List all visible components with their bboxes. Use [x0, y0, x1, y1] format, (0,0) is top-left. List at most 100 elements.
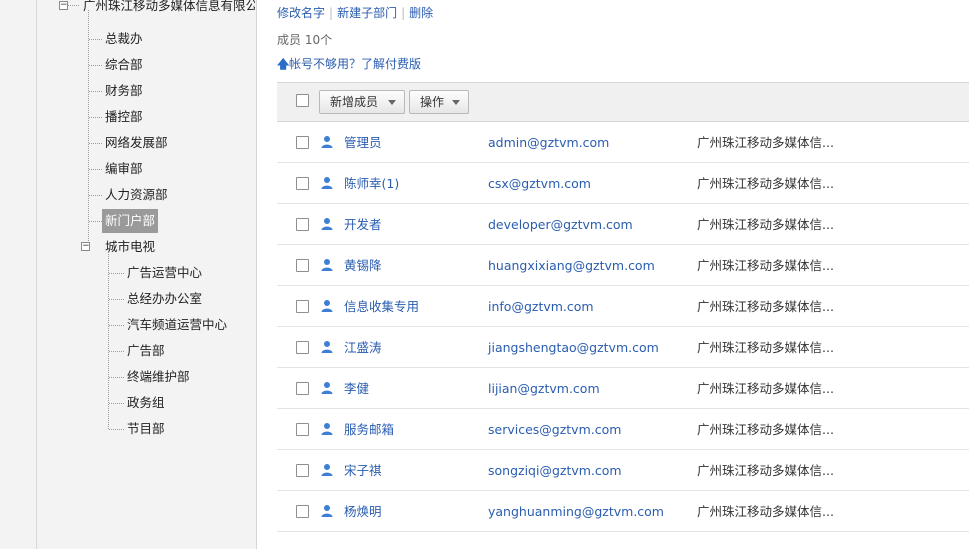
chevron-down-icon: [452, 100, 460, 105]
tree-node-dept[interactable]: 总裁办: [102, 27, 146, 51]
member-department: 广州珠江移动多媒体信...: [697, 299, 834, 314]
rename-link[interactable]: 修改名字: [277, 6, 325, 20]
member-name[interactable]: 江盛涛: [344, 327, 382, 368]
arrow-up-icon: 🡅: [277, 57, 290, 71]
member-email: csx@gztvm.com: [488, 176, 591, 191]
member-checkbox[interactable]: [296, 382, 309, 395]
upgrade-link-text: 帐号不够用？了解付费版: [289, 57, 422, 71]
member-department: 广州珠江移动多媒体信...: [697, 463, 834, 478]
department-tree-panel: − 广州珠江移动多媒体信息有限公司 总裁办 综合部 财务部 播控部 网络发展部 …: [0, 0, 257, 549]
member-checkbox[interactable]: [296, 505, 309, 518]
member-department: 广州珠江移动多媒体信...: [697, 217, 834, 232]
member-name[interactable]: 黄锡降: [344, 245, 382, 286]
tree-root-company[interactable]: 广州珠江移动多媒体信息有限公司: [83, 0, 255, 18]
member-name[interactable]: 宋子祺: [344, 450, 382, 491]
member-name[interactable]: 开发者: [344, 204, 382, 245]
user-icon: [321, 177, 333, 189]
member-toolbar: 新增成员 操作: [277, 82, 969, 122]
tree-node-subdept[interactable]: 终端维护部: [124, 365, 193, 389]
upgrade-link[interactable]: 🡅帐号不够用？了解付费版: [277, 55, 421, 76]
tree-node-dept[interactable]: 财务部: [102, 79, 146, 103]
department-actions: 修改名字 | 新建子部门 | 删除: [277, 4, 433, 21]
member-email: developer@gztvm.com: [488, 217, 633, 232]
member-row: 信息收集专用 info@gztvm.com 广州珠江移动多媒体信...: [277, 286, 969, 327]
tree-node-subdept[interactable]: 总经办办公室: [124, 287, 205, 311]
user-icon: [321, 218, 333, 230]
member-checkbox[interactable]: [296, 177, 309, 190]
tree-node-dept[interactable]: 人力资源部: [102, 183, 171, 207]
member-email: yanghuanming@gztvm.com: [488, 504, 664, 519]
member-email: info@gztvm.com: [488, 299, 594, 314]
chevron-down-icon: [388, 100, 396, 105]
add-member-label: 新增成员: [330, 95, 379, 109]
member-checkbox[interactable]: [296, 259, 309, 272]
tree-node-subdept[interactable]: 广告部: [124, 339, 168, 363]
user-icon: [321, 300, 333, 312]
member-email: admin@gztvm.com: [488, 135, 610, 150]
tree-node-dept[interactable]: 网络发展部: [102, 131, 171, 155]
member-email: songziqi@gztvm.com: [488, 463, 622, 478]
select-all-checkbox[interactable]: [296, 94, 309, 107]
panel-divider-line: [36, 0, 37, 549]
member-email: services@gztvm.com: [488, 422, 622, 437]
member-checkbox[interactable]: [296, 423, 309, 436]
member-email: huangxixiang@gztvm.com: [488, 258, 655, 273]
member-department: 广州珠江移动多媒体信...: [697, 422, 834, 437]
member-name[interactable]: 陈师幸(1): [344, 163, 399, 204]
member-row: 杨焕明 yanghuanming@gztvm.com 广州珠江移动多媒体信...: [277, 491, 969, 532]
member-count: 成员 10个: [277, 33, 333, 47]
member-name[interactable]: 管理员: [344, 122, 382, 163]
user-icon: [321, 505, 333, 517]
member-checkbox[interactable]: [296, 341, 309, 354]
member-checkbox[interactable]: [296, 136, 309, 149]
add-member-button[interactable]: 新增成员: [319, 90, 405, 114]
tree-node-subdept[interactable]: 汽车频道运营中心: [124, 313, 230, 337]
tree-node-city-tv[interactable]: 城市电视: [102, 235, 158, 259]
delete-link[interactable]: 删除: [409, 6, 433, 20]
tree-node-subdept[interactable]: 节目部: [124, 417, 168, 441]
member-row: 陈师幸(1) csx@gztvm.com 广州珠江移动多媒体信...: [277, 163, 969, 204]
city-tv-collapse-toggle[interactable]: −: [81, 242, 90, 251]
separator: |: [401, 6, 406, 20]
tree-node-subdept[interactable]: 政务组: [124, 391, 168, 415]
member-row: 服务邮箱 services@gztvm.com 广州珠江移动多媒体信...: [277, 409, 969, 450]
operate-label: 操作: [420, 95, 445, 109]
tree-node-dept-selected[interactable]: 新门户部: [102, 209, 159, 233]
separator: |: [329, 6, 334, 20]
member-department: 广州珠江移动多媒体信...: [697, 258, 834, 273]
member-name[interactable]: 李健: [344, 368, 369, 409]
member-row: 开发者 developer@gztvm.com 广州珠江移动多媒体信...: [277, 204, 969, 245]
department-members-panel: 修改名字 | 新建子部门 | 删除 成员 10个 🡅帐号不够用？了解付费版 新增成员 操…: [277, 0, 969, 549]
member-email: jiangshengtao@gztvm.com: [488, 340, 659, 355]
member-department: 广州珠江移动多媒体信...: [697, 135, 834, 150]
tree-node-dept[interactable]: 编审部: [102, 157, 146, 181]
member-row: 宋子祺 songziqi@gztvm.com 广州珠江移动多媒体信...: [277, 450, 969, 491]
user-icon: [321, 423, 333, 435]
member-row: 管理员 admin@gztvm.com 广州珠江移动多媒体信...: [277, 122, 969, 163]
member-row: 李健 lijian@gztvm.com 广州珠江移动多媒体信...: [277, 368, 969, 409]
member-name[interactable]: 信息收集专用: [344, 286, 419, 327]
user-icon: [321, 341, 333, 353]
member-checkbox[interactable]: [296, 300, 309, 313]
new-subdept-link[interactable]: 新建子部门: [337, 6, 397, 20]
member-row: 江盛涛 jiangshengtao@gztvm.com 广州珠江移动多媒体信..…: [277, 327, 969, 368]
tree-node-subdept[interactable]: 广告运营中心: [124, 261, 205, 285]
operate-button[interactable]: 操作: [409, 90, 469, 114]
tree-node-dept[interactable]: 综合部: [102, 53, 146, 77]
member-email: lijian@gztvm.com: [488, 381, 600, 396]
user-icon: [321, 136, 333, 148]
member-list: 管理员 admin@gztvm.com 广州珠江移动多媒体信... 陈师幸(1)…: [277, 122, 969, 532]
user-icon: [321, 464, 333, 476]
member-department: 广州珠江移动多媒体信...: [697, 504, 834, 519]
root-collapse-toggle[interactable]: −: [59, 1, 68, 10]
member-name[interactable]: 服务邮箱: [344, 409, 394, 450]
member-name[interactable]: 杨焕明: [344, 491, 382, 532]
member-department: 广州珠江移动多媒体信...: [697, 176, 834, 191]
user-icon: [321, 259, 333, 271]
member-checkbox[interactable]: [296, 464, 309, 477]
member-department: 广州珠江移动多媒体信...: [697, 340, 834, 355]
user-icon: [321, 382, 333, 394]
tree-node-dept[interactable]: 播控部: [102, 105, 146, 129]
member-department: 广州珠江移动多媒体信...: [697, 381, 834, 396]
member-checkbox[interactable]: [296, 218, 309, 231]
